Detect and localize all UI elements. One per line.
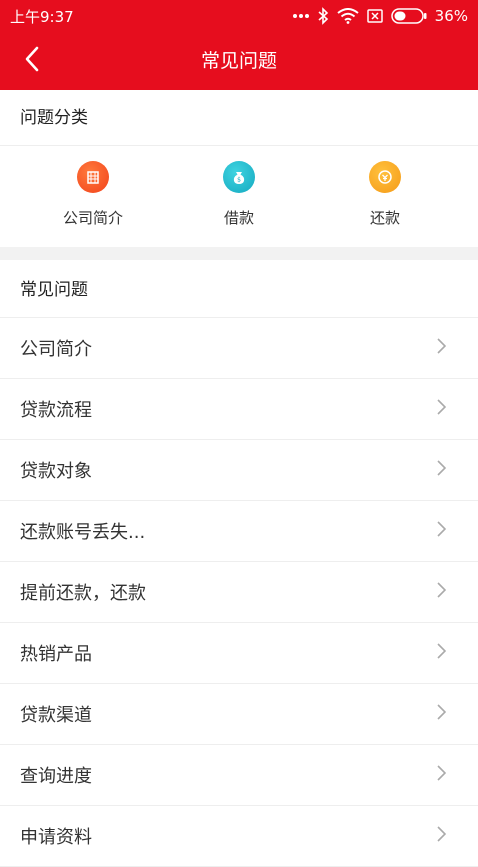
chevron-right-icon	[437, 582, 447, 602]
faq-item-label: 热销产品	[20, 644, 92, 665]
faq-list: 公司简介 贷款流程 贷款对象 还款账号丢失... 提前还款，还款 热销产品 贷款…	[0, 318, 478, 867]
faq-item-label: 贷款对象	[20, 461, 92, 482]
more-dots-icon	[292, 13, 309, 19]
category-repay[interactable]: 还款	[312, 147, 458, 247]
faq-item-label: 贷款渠道	[20, 705, 92, 726]
category-label: 借款	[223, 209, 254, 227]
category-company-intro[interactable]: 公司简介	[20, 147, 166, 247]
svg-text:$: $	[237, 177, 241, 184]
chevron-right-icon	[437, 765, 447, 785]
sim-off-icon	[366, 9, 383, 23]
chevron-left-icon	[24, 46, 40, 76]
faq-item-loan-channels[interactable]: 贷款渠道	[0, 684, 478, 745]
chevron-right-icon	[437, 643, 447, 663]
chevron-right-icon	[437, 338, 447, 358]
faq-item-label: 查询进度	[20, 766, 92, 787]
back-button[interactable]	[14, 44, 50, 78]
building-icon	[77, 161, 109, 193]
battery-percent: 36%	[434, 7, 468, 25]
chevron-right-icon	[437, 521, 447, 541]
page-title: 常见问题	[200, 50, 277, 72]
chevron-right-icon	[437, 704, 447, 724]
category-label: 公司简介	[62, 209, 123, 227]
status-time: 上午9:37	[10, 7, 74, 26]
money-bag-icon: $	[223, 161, 255, 193]
faq-item-lost-account[interactable]: 还款账号丢失...	[0, 501, 478, 562]
chevron-right-icon	[437, 460, 447, 480]
wifi-icon	[337, 8, 359, 24]
faq-item-company-intro[interactable]: 公司简介	[0, 318, 478, 379]
section-divider	[0, 247, 478, 260]
category-grid: 公司简介 $ 借款 还款	[0, 147, 478, 247]
category-borrow[interactable]: $ 借款	[166, 147, 312, 247]
chevron-right-icon	[437, 399, 447, 419]
battery-icon	[390, 8, 427, 24]
faq-item-loan-process[interactable]: 贷款流程	[0, 379, 478, 440]
bluetooth-icon	[317, 7, 329, 25]
chevron-right-icon	[437, 826, 447, 846]
faq-item-label: 还款账号丢失...	[20, 522, 146, 543]
faq-item-label: 提前还款，还款	[20, 583, 146, 604]
nav-bar: 常见问题	[0, 32, 478, 90]
faq-item-loan-target[interactable]: 贷款对象	[0, 440, 478, 501]
faq-item-label: 公司简介	[20, 339, 92, 360]
faq-item-label: 贷款流程	[20, 400, 92, 421]
category-section-title: 问题分类	[0, 90, 478, 146]
status-bar: 上午9:37 36%	[0, 0, 478, 32]
faq-section-title: 常见问题	[0, 262, 478, 318]
status-icons: 36%	[292, 7, 468, 25]
faq-item-application-docs[interactable]: 申请资料	[0, 806, 478, 867]
repay-coin-icon	[369, 161, 401, 193]
faq-item-hot-products[interactable]: 热销产品	[0, 623, 478, 684]
faq-item-label: 申请资料	[20, 827, 92, 848]
faq-item-check-progress[interactable]: 查询进度	[0, 745, 478, 806]
category-label: 还款	[369, 209, 400, 227]
faq-item-early-repayment[interactable]: 提前还款，还款	[0, 562, 478, 623]
